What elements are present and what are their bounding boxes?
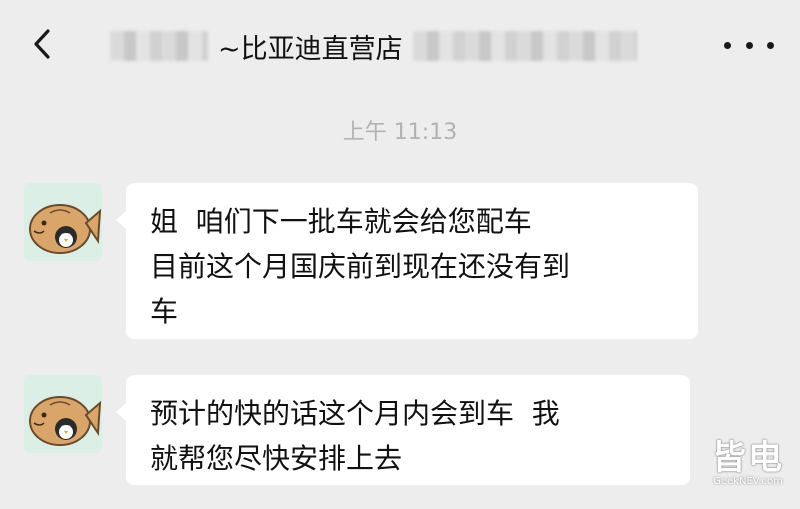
sender-avatar[interactable]	[24, 183, 102, 261]
more-dot	[745, 41, 753, 49]
chevron-left-icon	[34, 29, 50, 59]
watermark: 皆电 GeekNEV.com	[704, 440, 792, 496]
fish-penguin-avatar-icon	[24, 375, 102, 453]
message-bubble[interactable]: 姐 咱们下一批车就会给您配车 目前这个月国庆前到现在还没有到 车	[116, 183, 698, 339]
redacted-name-left	[110, 31, 208, 61]
back-button[interactable]	[24, 22, 64, 66]
fish-penguin-avatar-icon	[24, 183, 102, 261]
message-line: 预计的快的话这个月内会到车 我	[150, 397, 560, 430]
more-dot	[767, 41, 774, 49]
chat-title-text: ~比亚迪直营店	[218, 33, 403, 65]
message-line: 车	[150, 295, 179, 328]
message-line: 就帮您尽快安排上去	[150, 442, 403, 475]
redacted-name-right	[412, 31, 637, 61]
message-line: 姐 咱们下一批车就会给您配车	[150, 205, 532, 238]
sender-avatar[interactable]	[24, 375, 102, 453]
chat-header: ~比亚迪直营店	[0, 0, 800, 92]
message-line: 目前这个月国庆前到现在还没有到	[150, 250, 571, 283]
chat-title: ~比亚迪直营店	[110, 22, 690, 70]
watermark-url: GeekNEV.com	[713, 476, 783, 487]
more-dot	[724, 41, 731, 49]
message-timestamp: 上午 11:13	[342, 120, 458, 145]
message-bubble[interactable]: 预计的快的话这个月内会到车 我 就帮您尽快安排上去	[116, 375, 690, 485]
more-options-button[interactable]	[724, 28, 774, 62]
watermark-logo: 皆电	[712, 438, 784, 478]
